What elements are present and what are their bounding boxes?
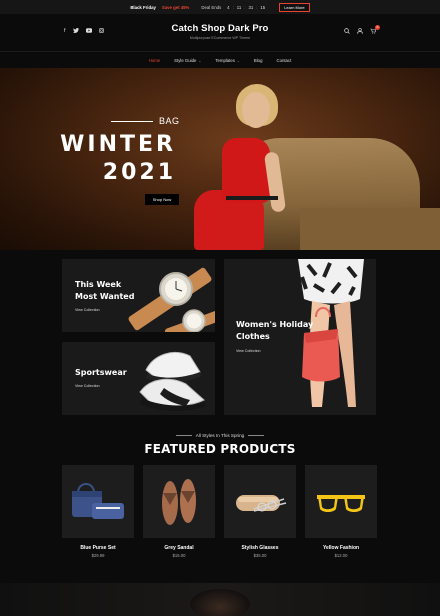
site-tagline: Multipurpose ECommerce WP Theme [189, 36, 251, 40]
view-collection-link[interactable]: View Collection [236, 349, 261, 353]
hero-title-line-2: 2021 [102, 160, 176, 185]
countdown: 4: 11: 31: 15 [227, 4, 266, 10]
hero-kicker: BAG [159, 116, 180, 126]
banner-image [190, 589, 250, 616]
category-title: Sportswear [75, 368, 127, 377]
yellow-sunglasses-image [317, 495, 365, 512]
product-card-blue-purse-set[interactable] [62, 465, 134, 538]
sneakers-image [139, 352, 206, 412]
sandal-image [162, 479, 196, 525]
category-title-line-2: Clothes [236, 332, 270, 341]
countdown-minutes: 31 [248, 4, 254, 10]
chevron-down-icon: ⌄ [236, 58, 240, 63]
hero-banner: BAG WINTER 2021 Shop Now [0, 68, 440, 250]
nav-item-blog[interactable]: Blog [254, 58, 263, 63]
promo-save: Save get 45% [161, 4, 190, 10]
chevron-down-icon: ⌄ [198, 58, 202, 63]
hero-model-face [242, 92, 270, 128]
subtitle-line [248, 435, 265, 437]
user-icon[interactable] [357, 28, 363, 36]
header-actions: 0 [344, 25, 380, 36]
nav-item-home[interactable]: Home [149, 58, 160, 63]
view-collection-link[interactable]: View Collection [75, 308, 100, 312]
category-womens-holiday[interactable]: Women's Holiday Clothes View Collection [224, 259, 376, 415]
category-title-line-1: Women's Holiday [236, 320, 314, 329]
product-price: $29.99 [91, 553, 105, 558]
site-header: f Catch Shop Dark Pro Multipurpose EComm… [0, 14, 440, 52]
nav-item-label: Style Guide [174, 57, 197, 63]
product-card-stylish-glasses[interactable] [224, 465, 296, 538]
category-sportswear[interactable]: Sportswear View Collection [62, 342, 215, 415]
product-price: $35.00 [253, 553, 267, 558]
hero-title-line-1: WINTER [60, 132, 176, 157]
product-name[interactable]: Grey Sandal [143, 545, 215, 551]
watches-image [128, 267, 215, 332]
product-name[interactable]: Yellow Fashion [305, 545, 377, 551]
hero-armchair-seat [300, 208, 440, 250]
glasses-case-image [236, 495, 287, 512]
next-section-banner [0, 583, 440, 616]
hero-model-belt [226, 196, 278, 200]
countdown-seconds: 15 [260, 4, 266, 10]
countdown-days: 4 [227, 4, 230, 10]
nav-item-style-guide[interactable]: Style Guide ⌄ [174, 58, 201, 63]
nav-item-templates[interactable]: Templates ⌄ [215, 58, 240, 63]
search-icon[interactable] [344, 28, 350, 36]
promo-label: Black Friday [130, 4, 156, 10]
hero-divider [111, 121, 153, 122]
product-card-grey-sandal[interactable] [143, 465, 215, 538]
deal-ends-label: Deal Ends [201, 4, 222, 10]
shop-now-button[interactable]: Shop Now [145, 194, 179, 205]
main-nav: Home Style Guide ⌄ Templates ⌄ Blog Contac… [0, 52, 440, 68]
featured-title: FEATURED PRODUCTS [144, 442, 296, 456]
hero-model-torso [222, 138, 270, 203]
cart-count-badge: 0 [375, 25, 380, 30]
nav-item-label: Templates [215, 57, 235, 63]
featured-subtitle: All Styles In This Spring [0, 433, 440, 438]
cart-icon[interactable]: 0 [370, 25, 380, 36]
product-name[interactable]: Stylish Glasses [224, 545, 296, 551]
blue-purse-image [72, 483, 124, 519]
view-collection-link[interactable]: View Collection [75, 384, 100, 388]
product-card-yellow-fashion[interactable] [305, 465, 377, 538]
category-most-wanted[interactable]: This Week Most Wanted View Collection [62, 259, 215, 332]
product-price: $15.00 [172, 553, 186, 558]
product-name[interactable]: Blue Purse Set [62, 545, 134, 551]
featured-subtitle-text: All Styles In This Spring [195, 433, 245, 438]
promo-bar: Black Friday Save get 45% Deal Ends 4: 1… [0, 0, 440, 14]
subtitle-line [175, 435, 192, 437]
product-price: $12.00 [334, 553, 348, 558]
countdown-hours: 11 [236, 4, 242, 10]
learn-more-button[interactable]: Learn More [279, 2, 310, 12]
nav-item-contact[interactable]: Contact [276, 58, 291, 63]
category-title: Women's Holiday Clothes [236, 319, 313, 343]
